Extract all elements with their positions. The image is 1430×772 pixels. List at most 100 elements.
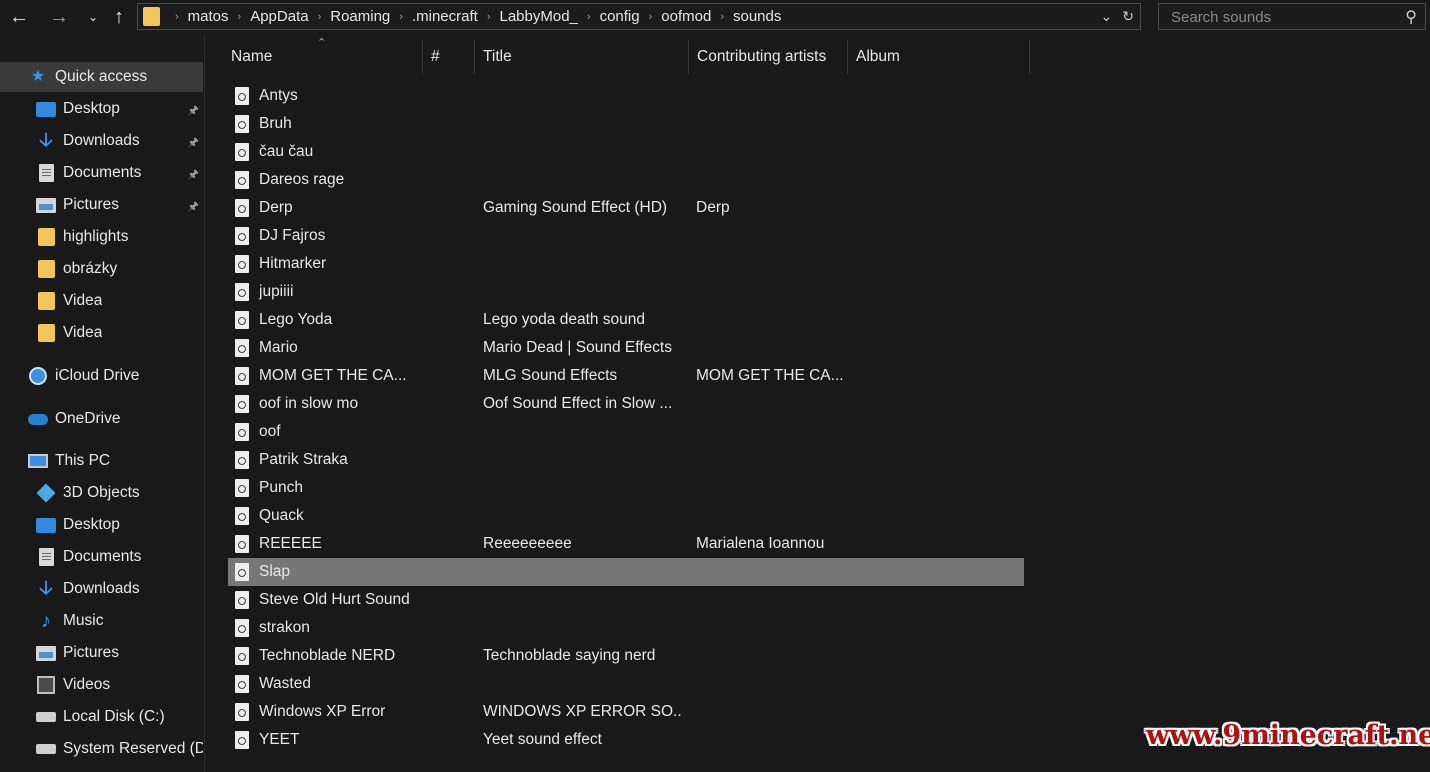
file-title (483, 558, 683, 586)
forward-arrow-icon[interactable]: → (48, 4, 70, 30)
column-divider[interactable] (1029, 40, 1030, 74)
sidebar-item[interactable]: iCloud Drive (0, 361, 203, 391)
file-title: MLG Sound Effects (483, 367, 618, 384)
file-row[interactable]: Wasted (228, 670, 1024, 698)
column-header-name[interactable]: Name (222, 40, 422, 74)
column-header-title[interactable]: Title (474, 40, 688, 74)
sidebar-item[interactable]: Videos (0, 670, 203, 700)
audio-file-icon (235, 619, 249, 637)
breadcrumb-separator-icon[interactable]: › (649, 11, 653, 23)
sidebar-item[interactable]: Desktop (0, 510, 203, 540)
file-row[interactable]: Derp Gaming Sound Effect (HD) Derp (228, 194, 1024, 222)
file-title (483, 474, 683, 502)
pin-icon[interactable]: 🖈 (188, 101, 199, 122)
breadcrumb-separator-icon[interactable]: › (399, 11, 403, 23)
sidebar-item[interactable]: Videa (0, 286, 203, 316)
sidebar-item[interactable]: Desktop 🖈 (0, 94, 203, 124)
up-arrow-icon[interactable]: ↑ (108, 4, 130, 30)
file-name: Hitmarker (259, 255, 327, 272)
file-row[interactable]: Lego Yoda Lego yoda death sound (228, 306, 1024, 334)
sidebar-item[interactable]: ♪ Music (0, 606, 203, 636)
back-arrow-icon[interactable]: ← (8, 4, 30, 30)
file-row[interactable]: oof in slow mo Oof Sound Effect in Slow .… (228, 390, 1024, 418)
breadcrumb-separator-icon[interactable]: › (587, 11, 591, 23)
address-dropdown-chevron-icon[interactable]: ⌄ (1101, 8, 1113, 25)
pin-icon[interactable]: 🖈 (188, 197, 199, 218)
breadcrumb-item[interactable]: sounds (733, 8, 781, 25)
file-row[interactable]: Technoblade NERD Technoblade saying nerd (228, 642, 1024, 670)
onedrive-icon (28, 410, 48, 428)
file-artist (696, 334, 851, 362)
sidebar-item[interactable]: System Reserved (D (0, 734, 203, 764)
sidebar-item[interactable]: ★ Quick access (0, 62, 203, 92)
breadcrumb-item[interactable]: .minecraft (412, 8, 478, 25)
file-row[interactable]: Punch (228, 474, 1024, 502)
file-row[interactable]: Antys (228, 82, 1024, 110)
sidebar-item[interactable]: highlights (0, 222, 203, 252)
file-row[interactable]: DJ Fajros (228, 222, 1024, 250)
sidebar-item[interactable]: Local Disk (C:) (0, 702, 203, 732)
file-row[interactable]: Patrik Straka (228, 446, 1024, 474)
file-row[interactable]: YEET Yeet sound effect (228, 726, 1024, 754)
file-row[interactable]: Slap (228, 558, 1024, 586)
file-title: Mario Dead | Sound Effects (483, 339, 672, 356)
file-row[interactable]: oof (228, 418, 1024, 446)
breadcrumb-item[interactable]: config (600, 8, 640, 25)
breadcrumb-separator-icon[interactable]: › (175, 11, 179, 23)
sidebar-item[interactable]: 3D Objects (0, 478, 203, 508)
breadcrumb-item[interactable]: AppData (250, 8, 308, 25)
file-name: REEEEE (259, 535, 322, 552)
file-row[interactable]: Quack (228, 502, 1024, 530)
sidebar-item[interactable]: Documents (0, 542, 203, 572)
column-header-album[interactable]: Album (847, 40, 1029, 74)
breadcrumb-separator-icon[interactable]: › (238, 11, 242, 23)
sidebar-item[interactable]: Videa (0, 318, 203, 348)
file-row[interactable]: Dareos rage (228, 166, 1024, 194)
file-name: Windows XP Error (259, 703, 386, 720)
file-row[interactable]: jupiiii (228, 278, 1024, 306)
file-row[interactable]: MOM GET THE CA... MLG Sound Effects MOM GE… (228, 362, 1024, 390)
sidebar-item[interactable]: 🡣 Downloads 🖈 (0, 126, 203, 156)
breadcrumb-item[interactable]: matos (188, 8, 229, 25)
breadcrumb-separator-icon[interactable]: › (318, 11, 322, 23)
sidebar-item[interactable]: Pictures 🖈 (0, 190, 203, 220)
recent-locations-chevron-icon[interactable]: ⌄ (82, 4, 104, 30)
sidebar-item[interactable]: 🡣 Downloads (0, 574, 203, 604)
pin-icon[interactable]: 🖈 (188, 165, 199, 186)
refresh-icon[interactable]: ↻ (1122, 8, 1134, 25)
column-header-contributing-artists[interactable]: Contributing artists (688, 40, 847, 74)
address-bar[interactable]: › matos › AppData › Roaming › .minecraft › LabbyM… (137, 3, 1141, 30)
search-box[interactable]: ⚲ (1158, 3, 1426, 30)
file-row[interactable]: Hitmarker (228, 250, 1024, 278)
audio-file-icon (235, 731, 249, 749)
sidebar-item[interactable]: OneDrive (0, 404, 203, 434)
sidebar-item[interactable]: obrázky (0, 254, 203, 284)
file-row[interactable]: Mario Mario Dead | Sound Effects (228, 334, 1024, 362)
search-input[interactable] (1169, 7, 1393, 28)
breadcrumb-separator-icon[interactable]: › (720, 11, 724, 23)
sidebar-item[interactable]: This PC (0, 446, 203, 476)
sidebar-item[interactable]: Pictures (0, 638, 203, 668)
file-row[interactable]: čau čau (228, 138, 1024, 166)
column-header-number[interactable]: # (422, 40, 474, 74)
file-name: Technoblade NERD (259, 647, 396, 664)
pin-icon[interactable]: 🖈 (188, 133, 199, 154)
file-row[interactable]: Steve Old Hurt Sound (228, 586, 1024, 614)
breadcrumb-item[interactable]: oofmod (661, 8, 711, 25)
file-title: Gaming Sound Effect (HD) (483, 199, 668, 216)
sidebar-item[interactable]: Documents 🖈 (0, 158, 203, 188)
breadcrumb-separator-icon[interactable]: › (487, 11, 491, 23)
audio-file-icon (235, 563, 249, 581)
search-icon[interactable]: ⚲ (1405, 7, 1417, 27)
file-row[interactable]: Bruh (228, 110, 1024, 138)
file-title (483, 278, 683, 306)
file-title: Yeet sound effect (483, 731, 602, 748)
file-name: Lego Yoda (259, 311, 333, 328)
breadcrumb-item[interactable]: Roaming (330, 8, 390, 25)
this-pc-icon (28, 452, 48, 470)
file-row[interactable]: Windows XP Error WINDOWS XP ERROR SO... (228, 698, 1024, 726)
file-row[interactable]: REEEEE Reeeeeeeee Marialena Ioannou (228, 530, 1024, 558)
audio-file-icon (235, 255, 249, 273)
file-row[interactable]: strakon (228, 614, 1024, 642)
breadcrumb-item[interactable]: LabbyMod_ (499, 8, 577, 25)
